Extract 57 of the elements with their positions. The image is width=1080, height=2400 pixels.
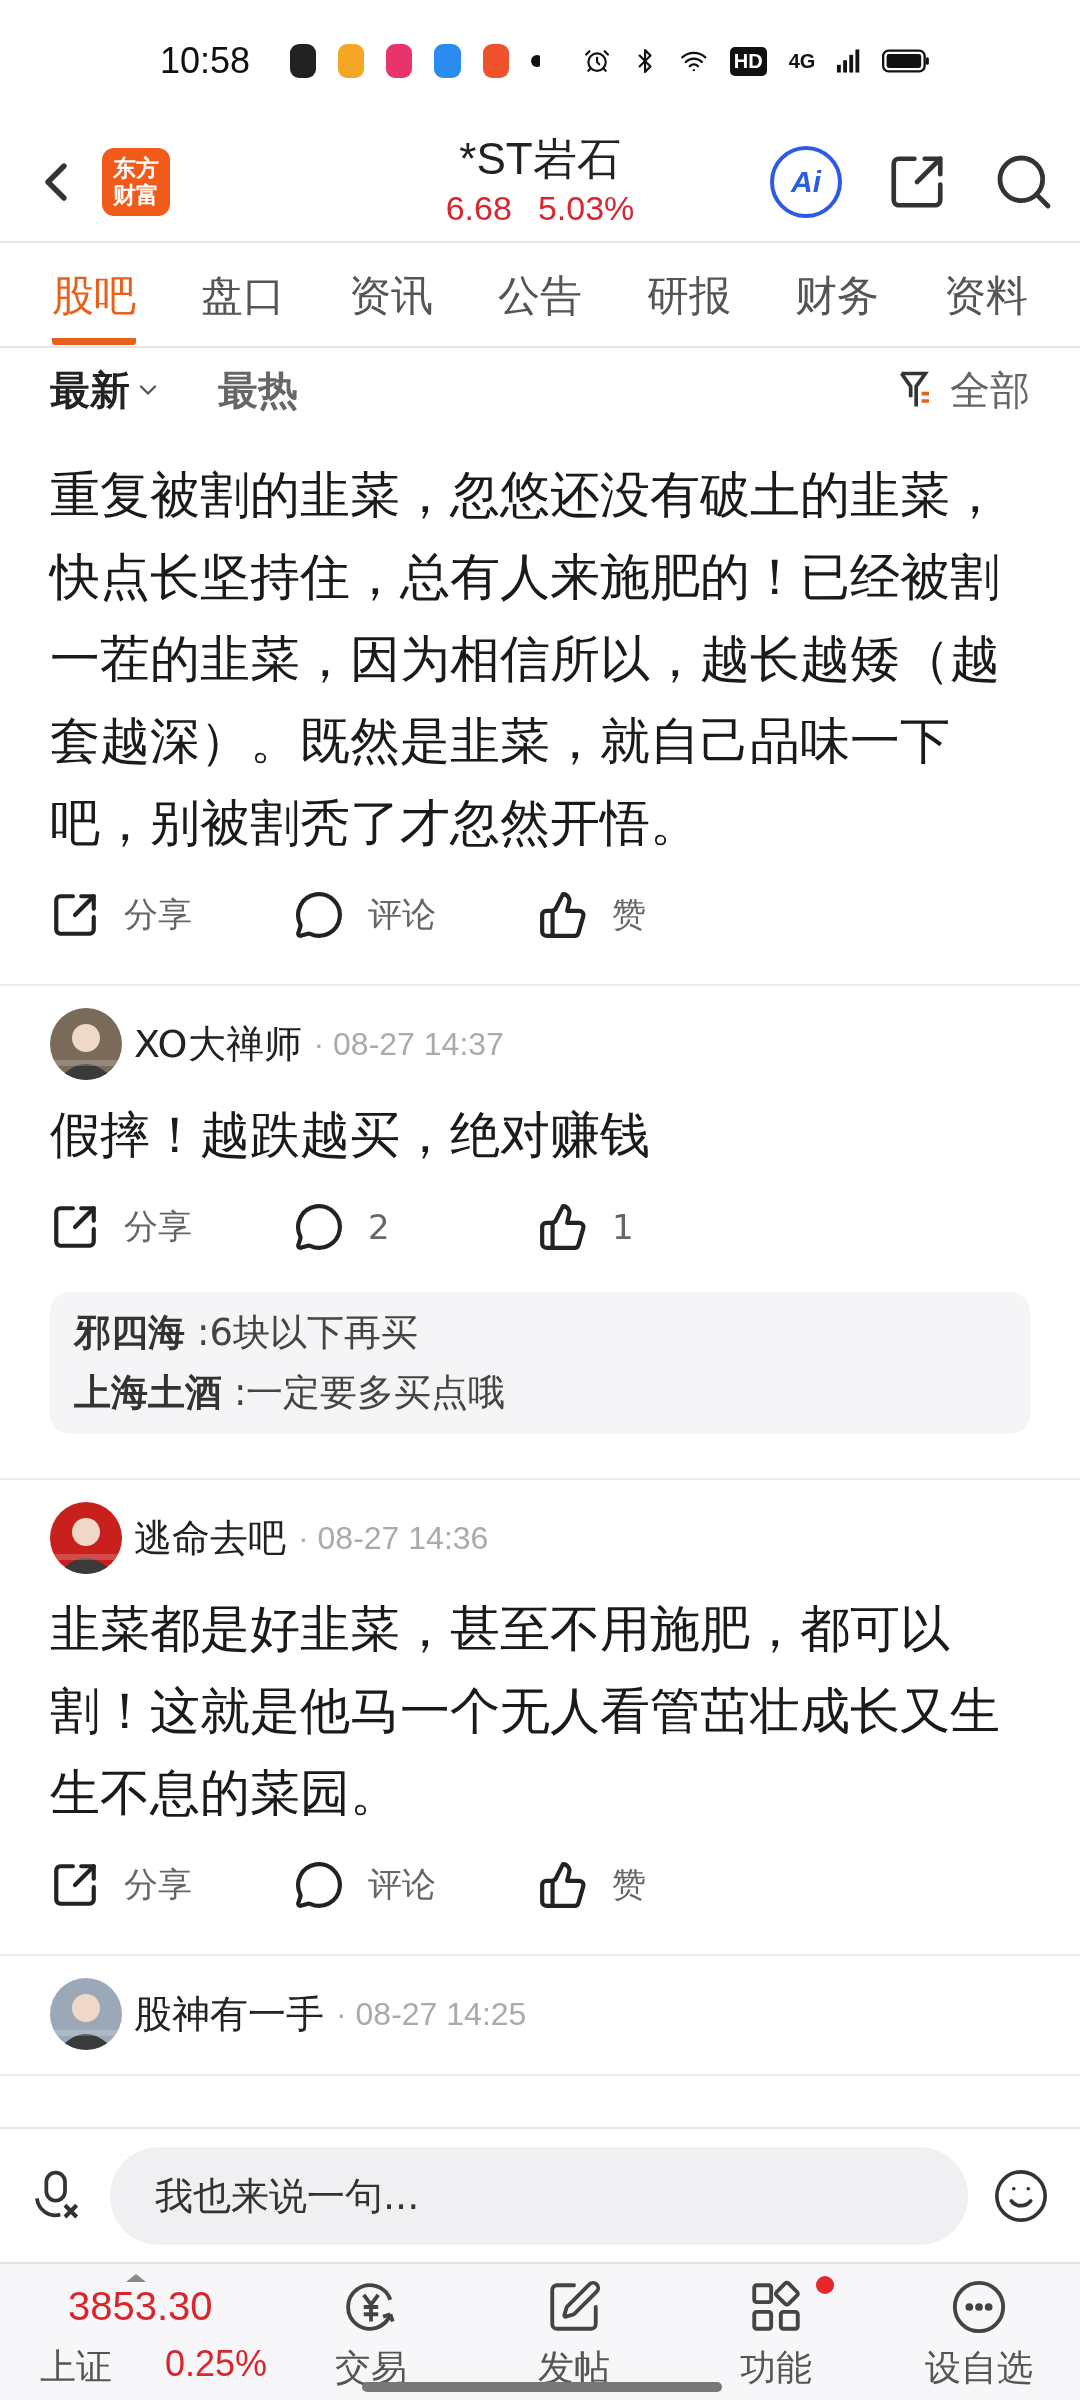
post-time: · 08-27 14:36 bbox=[298, 1519, 489, 1557]
post-text: 假摔！越跌越买，绝对赚钱 bbox=[49, 1105, 651, 1166]
app-icon bbox=[482, 44, 509, 78]
stock-price: 6.68 bbox=[445, 189, 512, 228]
hd-badge: HD bbox=[729, 46, 767, 76]
post-time: · 08-27 14:25 bbox=[336, 1995, 527, 2033]
share-action[interactable]: 分享 bbox=[50, 1188, 294, 1266]
author-name[interactable]: 逃命去吧 bbox=[134, 1512, 286, 1564]
battery-icon bbox=[882, 46, 930, 76]
thumbs-up-icon bbox=[538, 1202, 588, 1252]
reply-text: :6块以下再买 bbox=[197, 1310, 418, 1356]
comment-action[interactable]: 评论 bbox=[294, 876, 538, 954]
app-icon bbox=[338, 44, 365, 78]
comment-input[interactable]: 我也来说一句... bbox=[110, 2146, 968, 2245]
like-action[interactable]: 赞 bbox=[538, 1846, 782, 1924]
ai-button[interactable]: Ai bbox=[770, 145, 842, 218]
post-time: · 08-27 14:37 bbox=[313, 1025, 504, 1063]
tab[interactable]: 研报 bbox=[646, 254, 731, 345]
caret-icon bbox=[126, 2274, 146, 2282]
share-action[interactable]: 分享 bbox=[50, 1846, 294, 1924]
reply-author[interactable]: 上海土酒 bbox=[74, 1368, 222, 1418]
app-logo: 东方 财富 bbox=[102, 147, 170, 216]
post-text: 重复被割的韭菜，忽悠还没有破土的韭菜，快点长坚持住，总有人来施肥的！已经被割一茬的韭菜，因为相信所以，越长越矮（越套越深）。既然是韭菜，就自己品味一下吧，别被割秃了才忽然开悟。 bbox=[47, 465, 1001, 854]
app-icon bbox=[386, 44, 413, 78]
nav-item[interactable]: 功能 bbox=[675, 2264, 878, 2400]
tab[interactable]: 资讯 bbox=[349, 254, 434, 345]
comment-icon bbox=[294, 1860, 344, 1910]
reply-author[interactable]: 邪四海 bbox=[74, 1308, 185, 1358]
filter-button[interactable]: 全部 bbox=[896, 362, 1030, 418]
thumbs-up-icon bbox=[538, 1860, 588, 1910]
sort-option[interactable]: 最新 bbox=[50, 362, 162, 418]
post-text: 韭菜都是好韭菜，甚至不用施肥，都可以割！这就是他马一个无人看管茁壮成长又生生不息的菜园。 bbox=[49, 1599, 1001, 1824]
index-quote[interactable]: 3853.30 上证 0.25% bbox=[0, 2264, 270, 2400]
app-icon bbox=[434, 44, 461, 78]
comment-icon bbox=[294, 1202, 344, 1252]
tab[interactable]: 资料 bbox=[943, 254, 1028, 345]
author-name[interactable]: 股神有一手 bbox=[134, 1988, 324, 2040]
comment-icon bbox=[294, 890, 344, 940]
like-action[interactable]: 1 bbox=[538, 1188, 782, 1266]
status-time: 10:58 bbox=[160, 40, 251, 82]
stock-title: *ST岩石 bbox=[459, 133, 621, 185]
tab[interactable]: 公告 bbox=[497, 254, 582, 345]
comment-action[interactable]: 评论 bbox=[294, 1846, 538, 1924]
share-action[interactable]: 分享 bbox=[50, 876, 294, 954]
thumbs-up-icon bbox=[538, 890, 588, 940]
stock-change: 5.03% bbox=[537, 189, 635, 228]
app-icon bbox=[290, 44, 317, 78]
reply-text: :一定要多买点哦 bbox=[234, 1370, 506, 1416]
sort-option[interactable]: 最热 bbox=[218, 362, 298, 418]
nav-item[interactable]: 设自选 bbox=[877, 2264, 1080, 2400]
comment-action[interactable]: 2 bbox=[294, 1188, 538, 1266]
tab[interactable]: 盘口 bbox=[200, 254, 285, 345]
network-label: 4G bbox=[788, 49, 816, 73]
like-action[interactable]: 赞 bbox=[538, 876, 782, 954]
tab[interactable]: 财务 bbox=[795, 254, 880, 345]
author-name[interactable]: XO大禅师 bbox=[134, 1018, 302, 1070]
signal-icon bbox=[837, 46, 861, 76]
